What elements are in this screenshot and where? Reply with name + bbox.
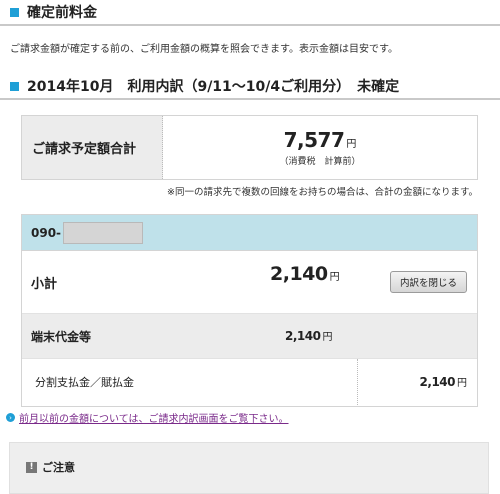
total-amount: 7,577 円 [284,128,357,152]
yen-unit: 円 [322,332,333,343]
line-detail-box: 090- 小計 2,140 円 内訳を閉じる 端末代金等 2,140 円 分割支… [21,214,478,407]
installment-amount: 2,140 円 [420,374,467,389]
caution-title: ご注意 [42,461,75,474]
line-header: 090- [22,215,477,251]
phone-number-mask [63,221,144,244]
breakdown-title: 2014年10月 利用内訳（9/11〜10/4ご利用分） 未確定 [27,79,400,95]
column-divider [357,359,358,405]
section-header-pre-confirm: 確定前料金 [0,0,500,26]
section-marker-icon [10,7,19,17]
device-label: 端末代金等 [31,329,92,344]
device-amount-value: 2,140 [285,329,321,343]
installment-amount-value: 2,140 [419,375,456,389]
device-row: 端末代金等 2,140 円 [22,314,477,359]
total-amount-value: 7,577 [283,128,345,152]
previous-months-link[interactable]: 前月以前の金額については、ご請求内訳画面をご覧下さい。 [19,410,289,425]
chevron-right-icon: › [6,413,15,422]
total-summary-box: ご請求予定額合計 7,577 円 （消費税 計算前） [21,115,478,180]
subtotal-amount-value: 2,140 [270,263,328,285]
installment-label: 分割支払金／賦払金 [35,376,134,389]
section-header-breakdown: 2014年10月 利用内訳（9/11〜10/4ご利用分） 未確定 [0,74,500,100]
subtotal-amount: 2,140 円 [270,263,340,285]
installment-row: 分割支払金／賦払金 2,140 円 [22,359,477,405]
subtotal-row: 小計 2,140 円 内訳を閉じる [22,251,477,314]
tax-note: （消費税 計算前） [279,157,361,167]
device-amount: 2,140 円 [285,328,332,343]
description-text: ご請求金額が確定する前の、ご利用金額の概算を照会できます。表示金額は目安です。 [10,44,398,55]
yen-unit: 円 [329,272,340,283]
section-marker-icon [10,81,19,91]
total-label: ご請求予定額合計 [22,116,163,179]
yen-unit: 円 [457,378,467,389]
section-title: 確定前料金 [27,5,97,21]
close-breakdown-button[interactable]: 内訳を閉じる [390,271,467,293]
caution-box: ! ご注意 [9,442,489,494]
warning-icon: ! [26,461,37,473]
previous-months-link-row: › 前月以前の金額については、ご請求内訳画面をご覧下さい。 [6,410,289,425]
subtotal-label: 小計 [31,276,58,292]
phone-number-prefix: 090- [31,225,62,240]
multi-line-note: ※同一の請求先で複数の回線をお持ちの場合は、合計の金額になります。 [166,187,478,198]
yen-unit: 円 [346,139,357,150]
